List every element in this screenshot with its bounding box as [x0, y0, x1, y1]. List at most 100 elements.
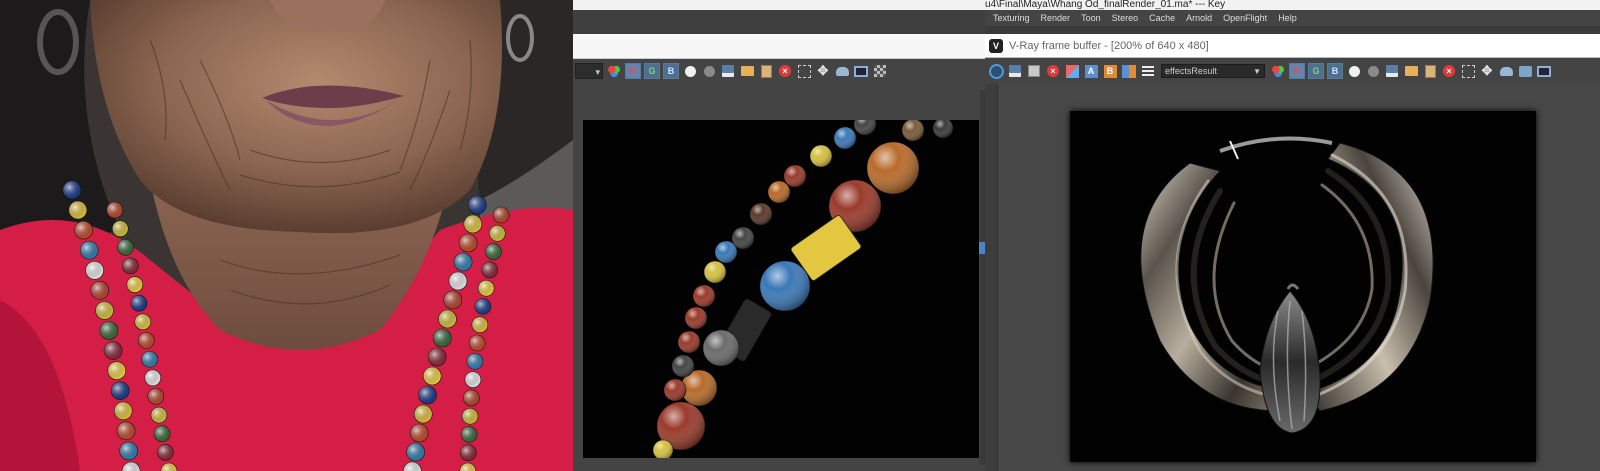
- stop-render-icon[interactable]: ×: [1441, 63, 1457, 79]
- necklace-render: [583, 120, 979, 458]
- render-bead-small-highlight: [715, 241, 737, 263]
- menu-arnold[interactable]: Arnold: [1186, 13, 1212, 23]
- photo-bead-highlight: [489, 225, 506, 242]
- photo-bead-highlight: [474, 298, 491, 315]
- frame-icon[interactable]: [1536, 63, 1552, 79]
- layers-icon[interactable]: [606, 63, 622, 79]
- region-icon[interactable]: [1460, 63, 1476, 79]
- channel-r-button[interactable]: R: [625, 63, 641, 79]
- photo-bead-highlight: [448, 272, 467, 290]
- vray-frame-buffer-window: u4\Final\Maya\Whang Od_finalRender_01.ma…: [985, 0, 1600, 471]
- clear-image-icon[interactable]: ×: [1045, 63, 1061, 79]
- photo-bead-highlight: [463, 389, 480, 406]
- menu-texturing[interactable]: Texturing: [993, 13, 1030, 23]
- photo-bead-highlight: [463, 215, 482, 233]
- photo-bead-highlight: [423, 367, 442, 385]
- menu-toon[interactable]: Toon: [1081, 13, 1101, 23]
- move-icon[interactable]: ✥: [815, 63, 831, 79]
- vray-logo-icon: V: [989, 38, 1003, 53]
- region-icon[interactable]: [796, 63, 812, 79]
- move-icon[interactable]: ✥: [1479, 63, 1495, 79]
- teapot-icon[interactable]: [834, 63, 850, 79]
- photo-bead-highlight: [462, 408, 479, 425]
- render-bead-small-highlight: [834, 127, 856, 149]
- stop-render-icon[interactable]: ×: [777, 63, 793, 79]
- save-icon[interactable]: [1007, 63, 1023, 79]
- reference-photo: [0, 0, 573, 471]
- channel-b-button[interactable]: B: [663, 63, 679, 79]
- render-bead-small-highlight: [685, 307, 707, 329]
- menu-icon[interactable]: [1140, 63, 1156, 79]
- render-channel-select[interactable]: effectsResult ▼: [1161, 64, 1265, 78]
- photo-bead-highlight: [138, 332, 155, 349]
- menu-render[interactable]: Render: [1041, 13, 1071, 23]
- maya-shelf-strip: [985, 26, 1600, 34]
- compare-ab-icon[interactable]: [1121, 63, 1137, 79]
- checker-icon[interactable]: [872, 63, 888, 79]
- photo-bead-highlight: [106, 202, 123, 218]
- photo-bead-highlight: [468, 196, 487, 214]
- texture-icon[interactable]: [1064, 63, 1080, 79]
- render-bead-small-highlight: [704, 261, 726, 283]
- white-sphere-icon[interactable]: [682, 63, 698, 79]
- photo-bead-highlight: [478, 280, 495, 297]
- folder-icon[interactable]: [1403, 63, 1419, 79]
- menu-help[interactable]: Help: [1278, 13, 1297, 23]
- vfb-channel-r-button[interactable]: R: [1289, 63, 1305, 79]
- maya-shelf: [573, 10, 985, 34]
- maya-render-view: ▾ R G B × ✥: [573, 0, 985, 471]
- compare-b-button[interactable]: B: [1102, 63, 1118, 79]
- white-sphere-icon[interactable]: [1346, 63, 1362, 79]
- clipboard-icon[interactable]: [758, 63, 774, 79]
- photo-bead-highlight: [459, 234, 478, 252]
- save-image-icon[interactable]: [1384, 63, 1400, 79]
- maya-top-strip: [573, 0, 985, 10]
- photo-bead-highlight: [485, 243, 502, 260]
- photo-bead-highlight: [460, 444, 477, 461]
- frame-icon[interactable]: [853, 63, 869, 79]
- channel-g-button[interactable]: G: [644, 63, 660, 79]
- vfb-channel-b-button[interactable]: B: [1327, 63, 1343, 79]
- photo-bead-highlight: [464, 371, 481, 388]
- power-icon[interactable]: [988, 63, 1004, 79]
- maya-render-view-titlebar: [573, 34, 985, 59]
- photo-bead-highlight: [122, 257, 139, 274]
- photo-bead-highlight: [466, 353, 483, 370]
- layers-icon[interactable]: [1270, 63, 1286, 79]
- clipboard-icon[interactable]: [1422, 63, 1438, 79]
- save-all-icon[interactable]: [1026, 63, 1042, 79]
- render-bead-small-highlight: [693, 285, 715, 307]
- photo-bead-highlight: [90, 281, 109, 300]
- photo-bead-highlight: [443, 291, 462, 309]
- photo-bead-highlight: [74, 221, 93, 240]
- menu-openflight[interactable]: OpenFlight: [1223, 13, 1267, 23]
- render-bead-small-highlight: [784, 165, 806, 187]
- photo-bead-highlight: [493, 207, 510, 223]
- menu-cache[interactable]: Cache: [1149, 13, 1175, 23]
- folder-icon[interactable]: [739, 63, 755, 79]
- menu-stereo[interactable]: Stereo: [1112, 13, 1139, 23]
- render-bead-highlight: [902, 120, 924, 141]
- render-bead-highlight: [760, 261, 810, 311]
- photo-bead-highlight: [410, 424, 429, 442]
- pin-icon[interactable]: [1517, 63, 1533, 79]
- save-icon[interactable]: [720, 63, 736, 79]
- earring-render: [1070, 111, 1536, 462]
- teapot-icon[interactable]: [1498, 63, 1514, 79]
- render-bead-small-highlight: [678, 331, 700, 353]
- photo-bead-highlight: [433, 329, 452, 347]
- maya-render-dropdown[interactable]: ▾: [575, 63, 603, 79]
- chevron-down-icon: ▼: [1253, 67, 1261, 76]
- photo-bead-highlight: [406, 443, 425, 461]
- vfb-channel-g-button[interactable]: G: [1308, 63, 1324, 79]
- compare-a-button[interactable]: A: [1083, 63, 1099, 79]
- photo-bead-highlight: [85, 261, 104, 280]
- photo-bead-highlight: [461, 426, 478, 443]
- photo-bead-highlight: [141, 351, 158, 368]
- photo-bead-highlight: [63, 181, 81, 199]
- photo-bead-highlight: [454, 253, 473, 271]
- grey-sphere-icon[interactable]: [701, 63, 717, 79]
- grey-sphere-icon[interactable]: [1365, 63, 1381, 79]
- maya-side-tab[interactable]: [978, 242, 985, 254]
- compare-a-label: A: [1084, 64, 1098, 78]
